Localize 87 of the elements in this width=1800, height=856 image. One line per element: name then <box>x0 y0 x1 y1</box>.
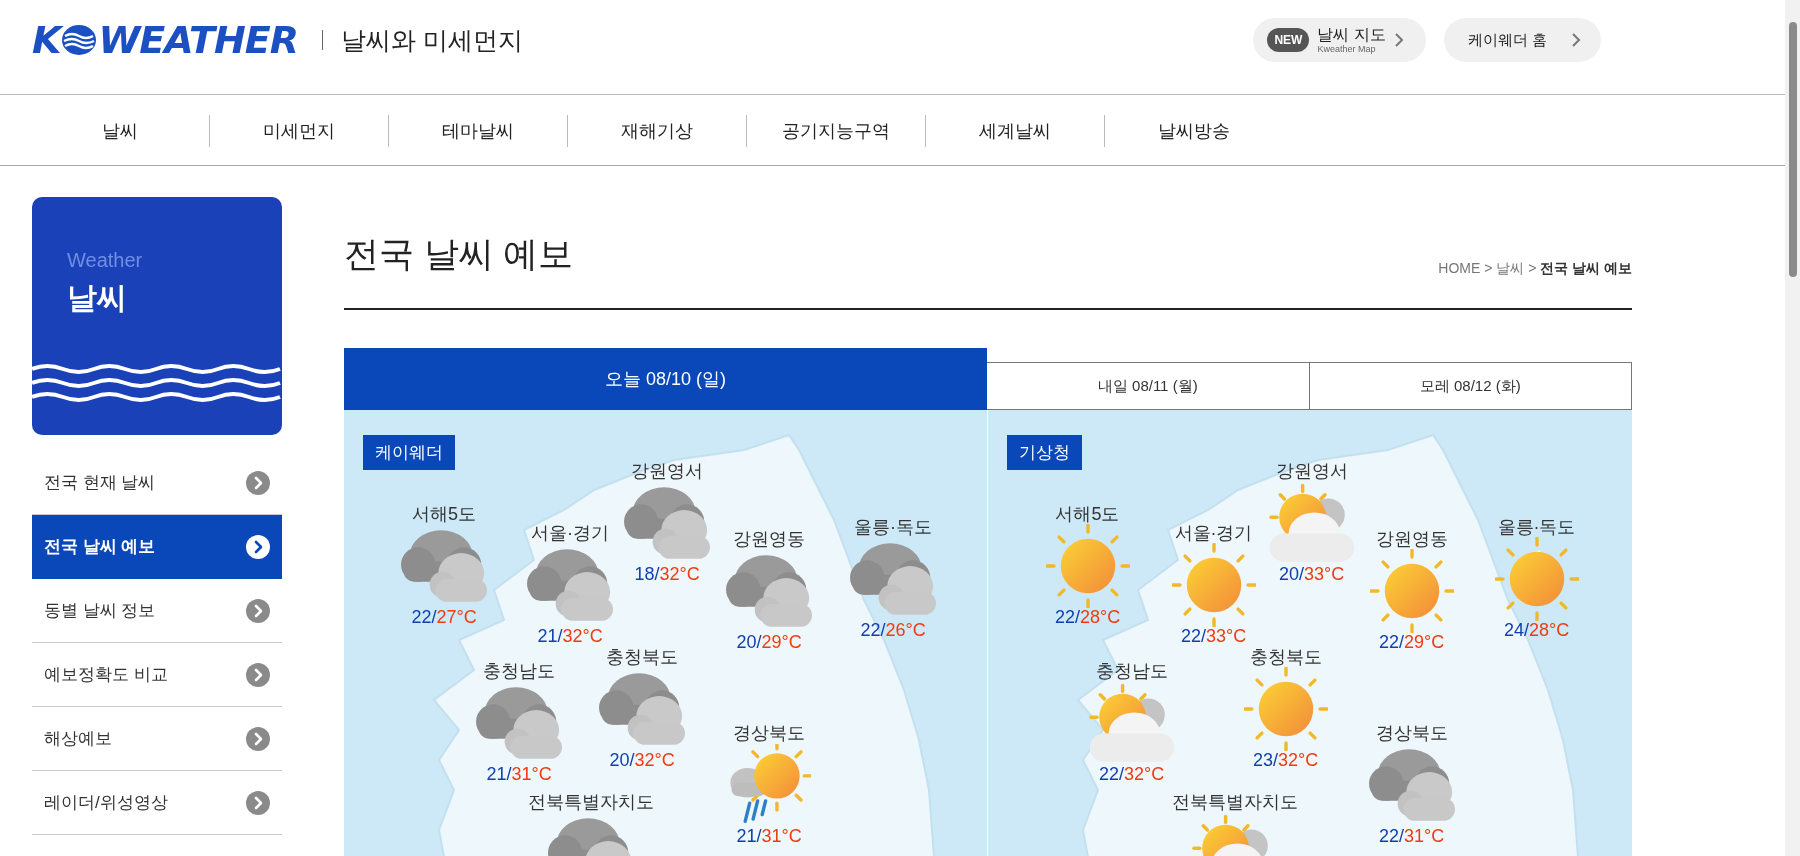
nav-link[interactable]: 세계날씨 <box>926 118 1104 143</box>
region-name: 충청북도 <box>1249 646 1322 669</box>
temperature-text: 20/29°C <box>736 631 802 653</box>
chevron-circle-icon <box>246 790 270 815</box>
chevron-right-icon <box>1393 32 1404 48</box>
site-subtitle: 날씨와 미세먼지 <box>341 24 523 56</box>
region-name: 강원영서 <box>1275 460 1348 483</box>
cloud-icon <box>726 555 812 627</box>
region-name: 울릉·독도 <box>1497 516 1576 539</box>
sun-cloud-icon <box>1086 682 1177 764</box>
temperature-text: 21/32°C <box>537 625 603 647</box>
region-name: 서해5도 <box>412 503 476 526</box>
sidebar-menu-item[interactable]: 예보정확도 비교 <box>32 643 282 707</box>
region-name: 울릉·독도 <box>854 516 932 539</box>
temperature-text: 22/29°C <box>1378 631 1445 653</box>
chevron-circle-icon <box>246 598 270 623</box>
chevron-circle-icon <box>246 534 270 559</box>
region-name: 강원영동 <box>733 528 805 551</box>
cloud-icon <box>401 530 487 602</box>
temperature-text: 22/26°C <box>860 619 926 641</box>
chevron-circle-icon <box>246 662 270 687</box>
source-label: 기상청 <box>1006 435 1082 470</box>
region-name: 충청남도 <box>483 660 555 683</box>
nav-link[interactable]: 테마날씨 <box>389 118 567 143</box>
card-title: 날씨 <box>67 280 128 316</box>
source-label: 케이웨더 <box>363 435 455 470</box>
temperature-text: 20/33°C <box>1278 563 1345 585</box>
button-sublabel: Kweather Map <box>1317 44 1376 54</box>
sun-cloud-icon <box>1266 482 1357 564</box>
temperature-text: 24/28°C <box>1503 619 1570 641</box>
temperature-text: 22/33°C <box>1180 625 1247 647</box>
temperature-text: 23/32°C <box>1252 749 1319 771</box>
sun-icon <box>1494 537 1579 621</box>
cloud-icon <box>476 687 562 759</box>
cloud-icon <box>599 673 685 745</box>
cloud-icon <box>1368 749 1455 821</box>
region-name: 전북특별자치도 <box>528 791 654 814</box>
region-name: 서해5도 <box>1055 503 1120 526</box>
region-name: 경상북도 <box>733 722 805 745</box>
nav-link[interactable]: 날씨방송 <box>1105 118 1283 143</box>
region-name: 충청남도 <box>1095 660 1168 683</box>
logo-text: WEATHER <box>98 18 299 62</box>
chevron-circle-icon <box>246 726 270 751</box>
region-name: 전북특별자치도 <box>1171 791 1298 814</box>
sidebar-menu-item[interactable]: 전국 날씨 예보 <box>32 515 282 579</box>
weather-map-button[interactable]: NEW 날씨 지도 Kweather Map <box>1253 18 1426 62</box>
page-title: 전국 날씨 예보 <box>344 233 574 275</box>
day-tab[interactable]: 오늘 08/10 (일) <box>344 348 987 410</box>
region-name: 충청북도 <box>606 646 678 669</box>
chevron-right-icon <box>1571 32 1581 48</box>
sidebar-menu-item[interactable]: 해상예보 <box>32 707 282 771</box>
day-tab[interactable]: 내일 08/11 (월) <box>987 362 1310 410</box>
sun-icon <box>1171 543 1256 627</box>
temperature-text: 21/31°C <box>486 763 552 785</box>
temperature-text: 18/32°C <box>634 563 700 585</box>
chevron-circle-icon <box>246 470 270 495</box>
temperature-text: 22/27°C <box>411 606 477 628</box>
cloud-icon <box>527 549 613 621</box>
nav-link[interactable]: 날씨 <box>31 118 209 143</box>
new-badge: NEW <box>1267 28 1310 52</box>
sun-icon <box>1243 667 1328 751</box>
nav-link[interactable]: 공기지능구역 <box>747 118 925 143</box>
card-caption: Weather <box>67 249 144 272</box>
region-name: 강원영서 <box>631 460 703 483</box>
region-name: 강원영동 <box>1375 528 1448 551</box>
temperature-text: 20/32°C <box>609 749 675 771</box>
cloud-icon <box>850 543 936 615</box>
temperature-text: 22/31°C <box>1378 825 1445 847</box>
scrollbar-thumb[interactable] <box>1789 22 1797 277</box>
region-name: 경상북도 <box>1375 722 1448 745</box>
sidebar-menu-item[interactable]: 동별 날씨 정보 <box>32 579 282 643</box>
region-name: 서울·경기 <box>531 522 609 545</box>
sidebar-menu-item[interactable]: 레이더/위성영상 <box>32 771 282 835</box>
sun-rain-cloud-icon <box>727 744 811 826</box>
nav-link[interactable]: 미세먼지 <box>210 118 388 143</box>
cloud-icon <box>624 487 710 559</box>
home-button[interactable]: 케이웨더 홈 <box>1443 18 1601 62</box>
temperature-text: 22/32°C <box>1098 763 1165 785</box>
breadcrumb: HOME > 날씨 > 전국 날씨 예보 <box>1438 260 1632 278</box>
button-label: 날씨 지도 <box>1317 26 1386 43</box>
temperature-text: 22/28°C <box>1054 606 1121 628</box>
region-name: 서울·경기 <box>1174 522 1253 545</box>
sun-icon <box>1045 524 1130 608</box>
temperature-text: 21/31°C <box>736 825 802 847</box>
day-tab[interactable]: 모레 08/12 (화) <box>1309 362 1632 410</box>
nav-link[interactable]: 재해기상 <box>568 118 746 143</box>
sun-icon <box>1369 549 1454 633</box>
